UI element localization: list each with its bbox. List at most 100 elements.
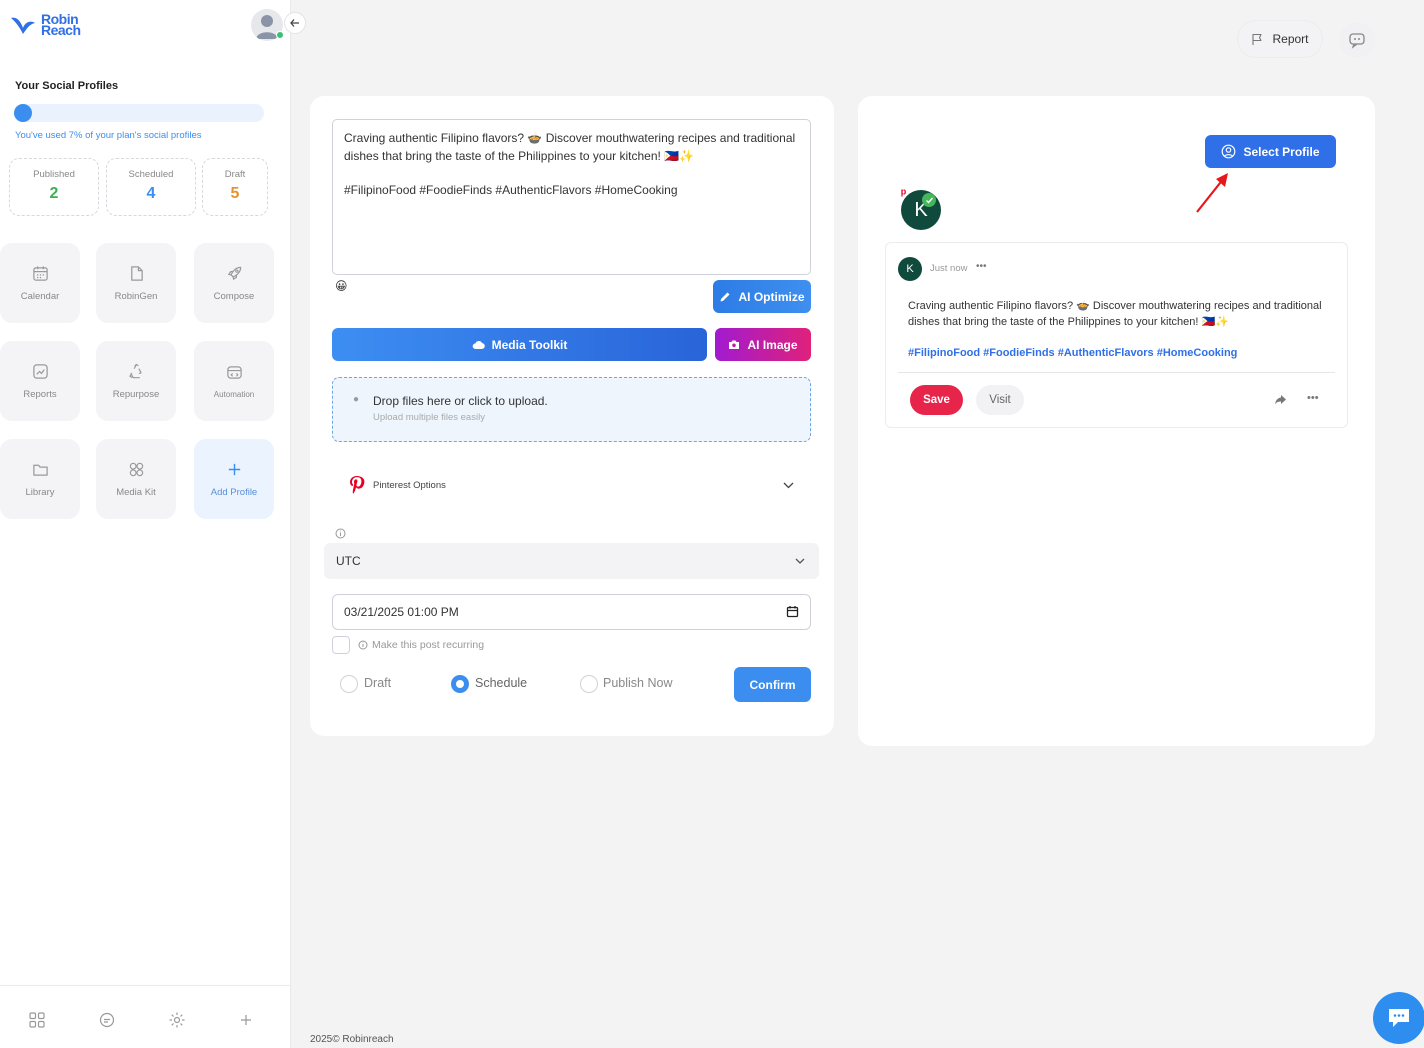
arrow-left-icon — [290, 19, 299, 27]
info-icon — [358, 640, 368, 650]
tile-add-profile[interactable]: Add Profile — [194, 439, 274, 519]
report-label: Report — [1272, 32, 1309, 46]
pencil-icon — [720, 292, 730, 301]
tile-label: Automation — [213, 389, 255, 399]
share-icon[interactable] — [1274, 394, 1287, 405]
rocket-icon — [227, 266, 241, 280]
sidebar: Robin Reach Your Social Profiles You've u… — [0, 0, 306, 1048]
chat-bubble-icon — [1389, 1009, 1409, 1027]
post-text-editor[interactable]: Craving authentic Filipino flavors? 🍲 Di… — [332, 119, 811, 275]
user-circle-icon — [1222, 144, 1236, 159]
post-divider — [898, 372, 1335, 373]
post-options-icon[interactable]: ••• — [976, 261, 987, 272]
post-time: Just now — [930, 263, 968, 274]
stat-value: 4 — [146, 185, 156, 202]
social-profiles-title: Your Social Profiles — [15, 80, 119, 92]
dropzone-title: Drop files here or click to upload. — [373, 394, 548, 408]
stat-draft[interactable]: Draft 5 — [202, 158, 268, 216]
tile-robingen[interactable]: RobinGen — [96, 243, 176, 323]
chevron-down-icon[interactable] — [782, 479, 795, 491]
tile-automation[interactable]: Automation — [194, 341, 274, 421]
check-badge-icon — [922, 193, 936, 207]
media-toolkit-button[interactable]: Media Toolkit — [332, 328, 707, 361]
calendar-icon — [32, 265, 48, 281]
report-button[interactable]: Report — [1238, 21, 1322, 57]
pin-save-button[interactable]: Save — [910, 385, 963, 415]
tile-library[interactable]: Library — [0, 439, 80, 519]
robin-bird-icon — [11, 17, 35, 34]
calendar-picker-icon[interactable] — [786, 605, 799, 618]
brand-logo[interactable]: Robin Reach — [9, 11, 81, 38]
tile-repurpose[interactable]: Repurpose — [96, 341, 176, 421]
chevron-down-icon — [795, 558, 805, 564]
tile-label: Repurpose — [112, 388, 160, 400]
upload-icon: ● — [353, 394, 360, 405]
profiles-usage-bar — [14, 104, 264, 122]
emoji-picker-icon[interactable]: 😀 — [335, 279, 348, 293]
document-icon — [130, 265, 143, 281]
annotation-arrow — [1196, 173, 1228, 213]
camera-icon — [729, 340, 740, 349]
radio-draft[interactable] — [340, 675, 358, 693]
plus-icon — [228, 463, 240, 475]
stat-label: Published — [33, 169, 75, 180]
radio-publish-now[interactable] — [580, 675, 598, 693]
tile-label: Add Profile — [210, 486, 258, 498]
recurring-checkbox[interactable] — [332, 636, 350, 654]
recurring-label-row: Make this post recurring — [358, 639, 484, 651]
post-preview-hashtags: #FilipinoFood #FoodieFinds #AuthenticFla… — [908, 347, 1238, 359]
tile-label: Reports — [23, 388, 57, 400]
tile-reports[interactable]: Reports — [0, 341, 80, 421]
ai-image-label: AI Image — [747, 337, 798, 352]
settings-gear-icon[interactable] — [168, 1011, 186, 1029]
post-text-hashtags: #FilipinoFood #FoodieFinds #AuthenticFla… — [344, 183, 678, 197]
tile-media-kit[interactable]: Media Kit — [96, 439, 176, 519]
stat-value: 5 — [230, 185, 240, 202]
pinterest-icon — [350, 476, 365, 494]
collapse-sidebar-button[interactable] — [284, 12, 306, 34]
recycle-icon — [128, 363, 142, 378]
select-profile-button[interactable]: Select Profile — [1205, 135, 1336, 168]
schedule-datetime-value: 03/21/2025 01:00 PM — [344, 605, 459, 619]
select-profile-label: Select Profile — [1243, 144, 1320, 159]
recurring-label: Make this post recurring — [372, 639, 485, 651]
info-icon — [335, 528, 346, 539]
folder-icon — [32, 464, 48, 476]
automation-icon — [226, 365, 242, 379]
apps-grid-icon[interactable] — [28, 1011, 46, 1029]
dropzone-subtitle: Upload multiple files easily — [373, 412, 485, 423]
stat-scheduled[interactable]: Scheduled 4 — [106, 158, 196, 216]
file-dropzone[interactable] — [332, 377, 811, 442]
media-toolkit-label: Media Toolkit — [491, 337, 568, 352]
cloud-icon — [472, 340, 485, 349]
brand-name: Robin Reach — [41, 11, 81, 38]
pinterest-badge-icon: p — [898, 186, 909, 197]
stat-value: 2 — [49, 185, 59, 202]
ai-image-button[interactable]: AI Image — [715, 328, 811, 361]
add-icon[interactable] — [237, 1011, 255, 1029]
footer-copyright: 2025© Robinreach — [310, 1034, 394, 1045]
timezone-value: UTC — [336, 554, 361, 568]
visit-button[interactable]: Visit — [976, 385, 1024, 415]
stat-published[interactable]: Published 2 — [9, 158, 99, 216]
tile-label: Compose — [213, 290, 255, 302]
tile-calendar[interactable]: Calendar — [0, 243, 80, 323]
chat-icon — [1349, 33, 1365, 49]
tile-compose[interactable]: Compose — [194, 243, 274, 323]
post-preview-text: Craving authentic Filipino flavors? 🍲 Di… — [908, 300, 1322, 328]
radio-draft-label: Draft — [364, 676, 392, 690]
more-options-icon[interactable]: ••• — [1307, 392, 1319, 404]
tile-label: Media Kit — [116, 486, 156, 498]
stat-label: Draft — [224, 169, 246, 180]
chat-button[interactable] — [1339, 22, 1375, 58]
stat-label: Scheduled — [128, 169, 174, 180]
pinterest-options-label: Pinterest Options — [373, 480, 446, 491]
online-status-dot — [276, 31, 284, 39]
confirm-button[interactable]: Confirm — [734, 667, 811, 702]
tile-label: RobinGen — [114, 290, 158, 302]
timezone-select[interactable] — [324, 543, 819, 579]
ai-optimize-button[interactable]: AI Optimize — [713, 280, 811, 313]
feedback-icon[interactable] — [98, 1011, 116, 1029]
support-chat-button[interactable] — [1373, 992, 1424, 1044]
radio-schedule[interactable] — [451, 675, 469, 693]
